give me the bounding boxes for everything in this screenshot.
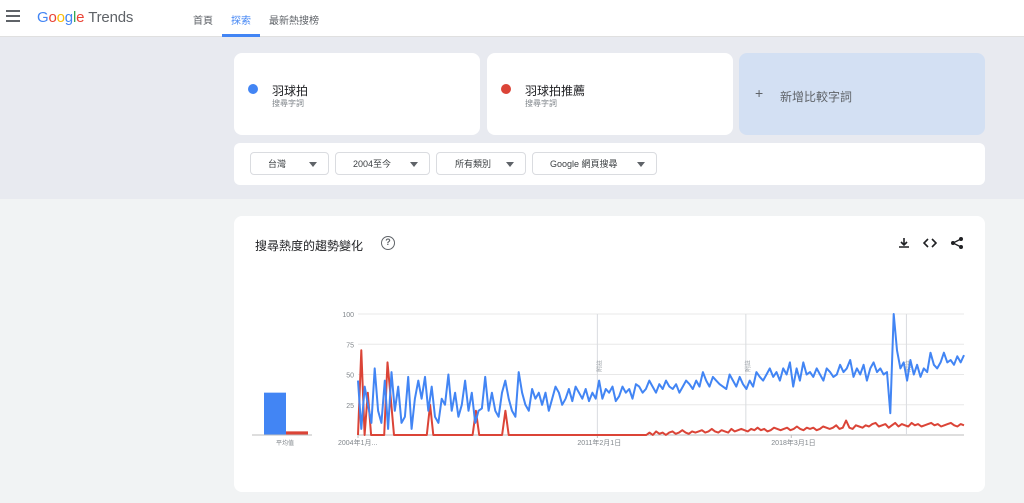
term-name: 羽球拍推薦 (525, 84, 586, 98)
average-bar (286, 431, 308, 435)
caret-down-icon (410, 162, 418, 167)
filter-label: 台灣 (268, 159, 287, 169)
filter-time[interactable]: 2004至今 (335, 152, 430, 175)
term-type: 搜尋字詞 (272, 99, 304, 108)
y-tick-label: 50 (346, 373, 354, 380)
add-comparison-label: 新增比較字詞 (780, 90, 853, 104)
filter-label: Google 網頁搜尋 (550, 159, 618, 169)
y-tick-label: 75 (346, 342, 354, 349)
google-trends-logo[interactable]: Google Trends (37, 9, 133, 26)
plus-icon: + (755, 85, 764, 101)
logo-letter: o (56, 9, 65, 26)
term-name: 羽球拍 (272, 84, 309, 98)
nav-item[interactable]: 最新熱搜榜 (260, 0, 328, 37)
filter-category[interactable]: 所有類別 (436, 152, 526, 175)
filter-region[interactable]: 台灣 (250, 152, 329, 175)
filter-search-type[interactable]: Google 網頁搜尋 (532, 152, 657, 175)
filter-bar: 台灣 2004至今 所有類別 Google 網頁搜尋 (234, 143, 985, 185)
series-color-dot (501, 84, 511, 94)
filter-label: 2004至今 (353, 159, 392, 169)
caret-down-icon (506, 162, 514, 167)
filter-label: 所有類別 (455, 159, 492, 169)
series-line (357, 313, 965, 430)
caret-down-icon (637, 162, 645, 167)
annotation-label: 附註 (744, 360, 752, 372)
logo-letter: G (37, 9, 49, 26)
interest-over-time-card: 搜尋熱度的趨勢變化 ? 25 50 75 100 2004年1月... 2011年2月1日… (234, 216, 985, 492)
logo-letter: g (64, 9, 73, 26)
average-label: 平均值 (276, 439, 294, 447)
trend-chart: 25 50 75 100 2004年1月... 2011年2月1日 2018年3月1日 附註 附… (252, 312, 965, 447)
term-card-1[interactable]: 羽球拍 搜尋字詞 (234, 53, 480, 135)
series-color-dot (248, 84, 258, 94)
x-tick-label: 2018年3月1日 (771, 438, 815, 447)
x-tick-label: 2011年2月1日 (577, 438, 621, 447)
top-bar: Google Trends 首頁 探索 最新熱搜榜 (0, 0, 1024, 37)
term-card-2[interactable]: 羽球拍推薦 搜尋字詞 (487, 53, 733, 135)
y-tick-label: 100 (342, 312, 354, 319)
average-bar (264, 392, 286, 435)
logo-trends: Trends (88, 9, 134, 26)
logo-letter: e (76, 9, 85, 26)
add-comparison-button[interactable]: + 新增比較字詞 (739, 53, 985, 135)
caret-down-icon (309, 162, 317, 167)
logo-google: Google (37, 9, 84, 26)
logo-letter: o (48, 9, 57, 26)
annotation-label: 附註 (595, 360, 603, 372)
x-tick-label: 2004年1月... (338, 438, 377, 447)
y-tick-label: 25 (346, 403, 354, 410)
term-type: 搜尋字詞 (525, 99, 557, 108)
nav-item[interactable]: 探索 (222, 0, 260, 37)
nav-item[interactable]: 首頁 (184, 0, 222, 37)
menu-icon[interactable] (6, 10, 20, 24)
main-nav: 首頁 探索 最新熱搜榜 (184, 0, 328, 37)
